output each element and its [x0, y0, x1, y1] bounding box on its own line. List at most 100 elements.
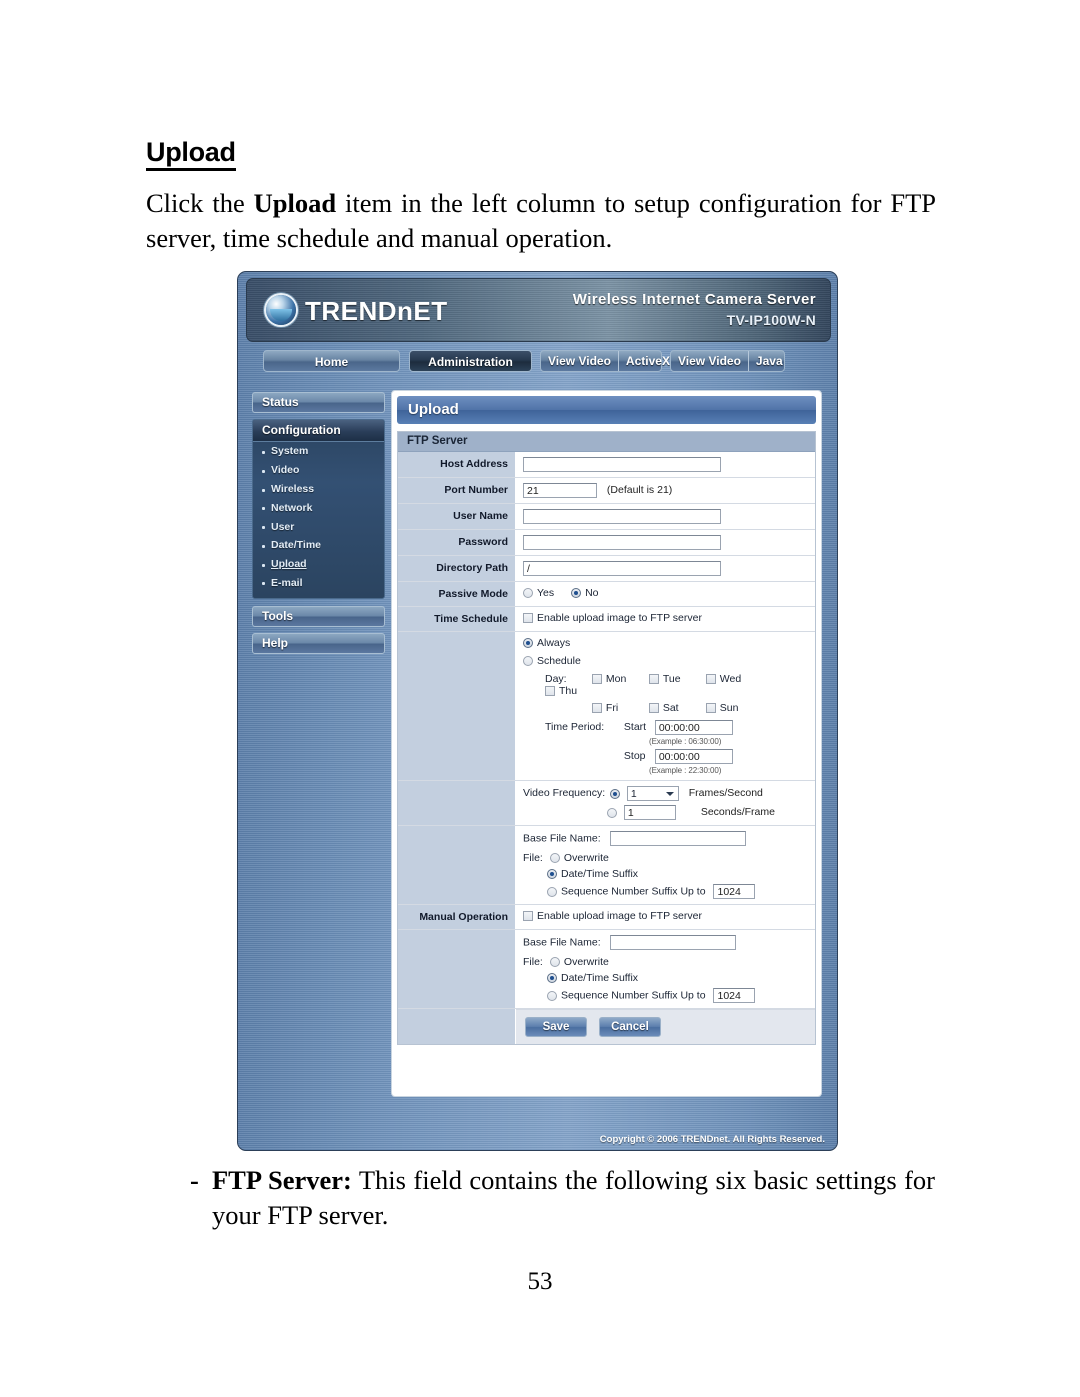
row-user-name: User Name — [398, 504, 815, 530]
manual-operation-label: Manual Operation — [398, 905, 516, 929]
manual-operation-enable-checkbox[interactable] — [523, 911, 533, 922]
frames-per-second-select[interactable]: 1 — [626, 786, 679, 801]
day-checkbox-fri[interactable] — [591, 703, 602, 714]
schedule-radio[interactable] — [523, 656, 533, 667]
time-schedule-enable-cell: Enable upload image to FTP server — [516, 607, 815, 631]
manual-file-sequence-radio[interactable] — [547, 990, 557, 1001]
day-checkbox-mon[interactable] — [591, 674, 602, 685]
sidebar-item-configuration[interactable]: Configuration — [253, 420, 384, 442]
day-checkbox-sat[interactable] — [648, 703, 659, 714]
save-button[interactable]: Save — [525, 1017, 587, 1037]
password-input[interactable] — [523, 535, 721, 550]
manual-file-sequence-input[interactable]: 1024 — [713, 988, 756, 1003]
day-option-wed[interactable]: Wed — [705, 673, 752, 685]
manual-file-overwrite-option[interactable]: Overwrite — [549, 956, 609, 968]
day-checkbox-thu[interactable] — [545, 686, 555, 697]
sidebar-item-status[interactable]: Status — [252, 392, 385, 413]
schedule-mode-schedule[interactable]: Schedule — [523, 655, 808, 667]
schedule-file-overwrite-option[interactable]: Overwrite — [549, 852, 609, 864]
row-time-schedule-body: Always Schedule Day: Mon Tue Wed Thu Fri… — [398, 632, 815, 781]
sidebar-item-upload-label: Upload — [271, 558, 307, 571]
day-checkbox-sun[interactable] — [705, 703, 716, 714]
intro-paragraph: Click the Upload item in the left column… — [146, 186, 936, 256]
tab-view-video-activex-label: View Video — [548, 354, 611, 368]
tab-home[interactable]: Home — [263, 350, 400, 372]
content-panel: Upload FTP Server Host Address Port Numb… — [391, 390, 822, 1097]
frames-per-second-row: Video Frequency: 1 Frames/Second — [523, 786, 808, 801]
sidebar-item-video[interactable]: Video — [253, 461, 384, 480]
start-time-input[interactable]: 00:00:00 — [654, 720, 733, 735]
schedule-file-overwrite-radio[interactable] — [549, 853, 560, 864]
day-row-1: Day: Mon Tue Wed Thu — [545, 673, 808, 697]
frames-per-second-radio[interactable] — [609, 788, 620, 799]
time-schedule-enable-checkbox[interactable] — [523, 613, 533, 624]
day-option-thu[interactable]: Thu — [545, 685, 591, 697]
sidebar-item-email[interactable]: E-mail — [253, 573, 384, 592]
sidebar-item-date-time[interactable]: Date/Time — [253, 536, 384, 555]
always-radio[interactable] — [523, 638, 533, 649]
day-option-fri[interactable]: Fri — [591, 702, 638, 714]
day-option-sat[interactable]: Sat — [648, 702, 695, 714]
sidebar-item-tools[interactable]: Tools — [252, 606, 385, 628]
day-checkbox-tue[interactable] — [648, 674, 659, 685]
manual-base-file-name-input[interactable] — [609, 935, 736, 950]
manual-file-datetime-radio[interactable] — [547, 973, 557, 984]
seconds-per-frame-input[interactable]: 1 — [623, 805, 676, 820]
schedule-file-sequence-radio[interactable] — [547, 886, 557, 897]
sidebar-item-help[interactable]: Help — [252, 633, 385, 655]
passive-mode-yes-radio[interactable] — [523, 588, 533, 599]
schedule-file-sequence-input[interactable]: 1024 — [713, 884, 756, 899]
manual-base-file-name-label: Base File Name: — [523, 936, 601, 949]
user-name-label: User Name — [398, 504, 516, 529]
host-address-input[interactable] — [523, 457, 721, 472]
cancel-button[interactable]: Cancel — [598, 1017, 661, 1037]
time-period-start-row: Time Period: Start 00:00:00 — [545, 720, 808, 735]
document-page-number: 53 — [527, 1268, 553, 1295]
day-option-sun[interactable]: Sun — [705, 702, 752, 714]
passive-mode-yes-option[interactable]: Yes — [523, 587, 554, 599]
schedule-file-overwrite-label: Overwrite — [563, 852, 609, 864]
sidebar-item-network[interactable]: Network — [253, 498, 384, 517]
directory-path-input[interactable]: / — [523, 561, 721, 576]
row-video-frequency: Video Frequency: 1 Frames/Second 1 Secon… — [398, 781, 815, 826]
manual-file-datetime-option[interactable]: Date/Time Suffix — [547, 972, 638, 984]
time-schedule-enable-option[interactable]: Enable upload image to FTP server — [523, 612, 702, 624]
tab-view-video-activex[interactable]: View Video ActiveX — [540, 350, 670, 372]
day-option-mon[interactable]: Mon — [591, 673, 638, 685]
sidebar-item-wireless-label: Wireless — [271, 482, 315, 495]
row-schedule-file-naming: Base File Name: File: Overwrite Date/Tim… — [398, 826, 815, 905]
schedule-file-datetime-radio[interactable] — [547, 869, 557, 880]
passive-mode-no-label: No — [585, 587, 599, 599]
manual-base-file-name-row: Base File Name: — [523, 935, 808, 950]
always-label: Always — [537, 637, 571, 649]
day-row-2: Fri Sat Sun — [545, 702, 808, 714]
manual-operation-enable-option[interactable]: Enable upload image to FTP server — [523, 910, 702, 922]
manual-operation-enable-cell: Enable upload image to FTP server — [516, 905, 815, 929]
sidebar-item-upload[interactable]: Upload — [253, 555, 384, 574]
sidebar-item-system[interactable]: System — [253, 442, 384, 461]
port-number-value-cell: 21 (Default is 21) — [516, 478, 815, 503]
day-option-tue[interactable]: Tue — [648, 673, 695, 685]
sidebar-item-date-time-label: Date/Time — [271, 539, 321, 552]
schedule-mode-always[interactable]: Always — [523, 637, 808, 649]
passive-mode-no-option[interactable]: No — [571, 587, 599, 599]
day-checkbox-wed[interactable] — [705, 674, 716, 685]
sidebar-item-wireless[interactable]: Wireless — [253, 480, 384, 499]
schedule-base-file-name-input[interactable] — [609, 831, 746, 846]
passive-mode-value-cell: Yes No — [516, 582, 815, 606]
tab-view-video-java[interactable]: View Video Java — [670, 350, 785, 372]
manual-file-overwrite-radio[interactable] — [549, 957, 560, 968]
time-schedule-enable-label: Enable upload image to FTP server — [537, 612, 702, 624]
sidebar-item-user[interactable]: User — [253, 517, 384, 536]
user-name-input[interactable] — [523, 509, 721, 524]
seconds-per-frame-row: 1 Seconds/Frame — [523, 805, 808, 820]
tab-administration[interactable]: Administration — [409, 350, 532, 372]
passive-mode-no-radio[interactable] — [571, 588, 582, 599]
seconds-per-frame-radio[interactable] — [607, 807, 617, 818]
copyright-notice: Copyright © 2006 TRENDnet. All Rights Re… — [599, 1134, 825, 1145]
sidebar-item-network-label: Network — [271, 501, 313, 514]
stop-time-input[interactable]: 00:00:00 — [654, 749, 733, 764]
row-host-address: Host Address — [398, 452, 815, 478]
port-number-input[interactable]: 21 — [523, 483, 597, 498]
schedule-file-datetime-option[interactable]: Date/Time Suffix — [547, 868, 638, 880]
